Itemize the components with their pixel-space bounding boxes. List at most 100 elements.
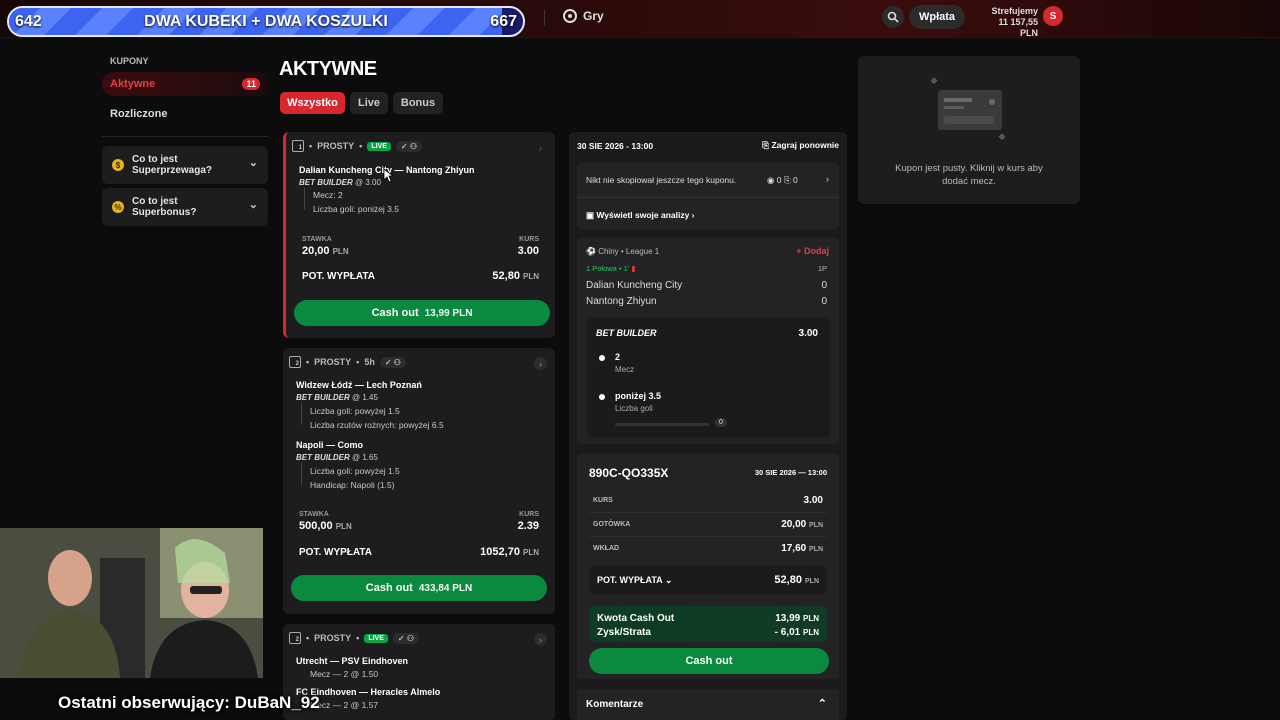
chevron-right-icon[interactable]: › xyxy=(534,633,547,646)
stake-label: STAWKA xyxy=(302,236,332,243)
coupon-card[interactable]: 2 • PROSTY • LIVE ✓ ⚇ › Utrecht — PSV Ei… xyxy=(283,624,555,720)
nav-divider xyxy=(544,10,545,26)
bb-title: BET BUILDER xyxy=(596,328,657,338)
stake-amount: 500,00 xyxy=(299,520,333,532)
profit-loss-value: - 6,01 PLN xyxy=(775,627,819,638)
home-team: Dalian Kuncheng City xyxy=(586,280,683,291)
active-count-badge: 11 xyxy=(242,78,260,90)
bet-builder-odds: @ 1.45 xyxy=(352,393,378,402)
chevron-right-icon[interactable]: › xyxy=(534,141,547,154)
webcam-image xyxy=(0,528,263,678)
tab-live[interactable]: Live xyxy=(350,92,388,114)
coin-icon: % xyxy=(112,201,124,213)
cash-amount: 20,00 xyxy=(781,519,807,530)
bet-builder-odds: @ 3.00 xyxy=(355,178,381,187)
comments-section[interactable]: Komentarze ⌃ xyxy=(577,689,839,720)
coupon-card[interactable]: 1 • PROSTY • LIVE ✓ ⚇ › Dalian Kuncheng … xyxy=(283,132,555,338)
faq-superprzewaga[interactable]: $ Co to jest Superprzewaga? ⌄ xyxy=(102,146,268,184)
faq-superbonus[interactable]: % Co to jest Superbonus? ⌄ xyxy=(102,188,268,226)
cashout-button[interactable]: Cash out xyxy=(589,648,829,674)
live-badge: LIVE xyxy=(367,141,391,151)
cashout-amount: 13,99 xyxy=(775,613,801,624)
selection-dot xyxy=(599,394,605,400)
sidebar-item-active[interactable]: Aktywne 11 xyxy=(102,72,268,96)
bet-builder-line: BET BUILDER @ 1.65 xyxy=(296,453,378,462)
selection-progress xyxy=(615,423,709,426)
match-name: Widzew Łódź — Lech Poznań xyxy=(296,380,422,390)
live-badge: LIVE xyxy=(364,633,388,643)
payout-text: POT. WYPŁATA xyxy=(597,575,663,585)
currency: PLN xyxy=(809,522,823,529)
detail-date: 30 SIE 2026 - 13:00 xyxy=(577,141,654,151)
legs-connector xyxy=(301,463,302,485)
currency: PLN xyxy=(523,272,539,281)
coupon-card[interactable]: 2 • PROSTY • 5h ✓ ⚇ › Widzew Łódź — Lech… xyxy=(283,348,555,614)
sidebar-heading: KUPONY xyxy=(110,56,149,66)
leg-item: Mecz — 2 @ 1.50 xyxy=(310,669,379,679)
betslip-panel: Kupon jest pusty. Kliknij w kurs aby dod… xyxy=(858,56,1080,204)
profit-loss-label: Zysk/Strata xyxy=(597,627,651,638)
payout-row[interactable]: POT. WYPŁATA ⌄ 52,80 PLN xyxy=(589,566,827,594)
copies-count: 0 xyxy=(793,175,798,185)
coin-icon: $ xyxy=(112,159,124,171)
league-name: ⚽ Chiny • League 1 xyxy=(586,247,660,256)
currency: PLN xyxy=(803,614,819,623)
webcam-feed xyxy=(0,528,263,678)
coupon-header: 1 • PROSTY • LIVE ✓ ⚇ xyxy=(292,140,422,152)
bet-builder-label: BET BUILDER xyxy=(296,393,350,402)
user-info[interactable]: Strefujemy 11 157,55 PLN xyxy=(978,6,1038,39)
bet-builder-line: BET BUILDER @ 1.45 xyxy=(296,393,378,402)
coupon-date: 30 SIE 2026 — 13:00 xyxy=(754,468,827,477)
avatar[interactable]: S xyxy=(1043,6,1063,26)
kurs-label: KURS xyxy=(593,497,613,504)
check-users-icon: ✓ ⚇ xyxy=(392,632,419,644)
coupon-type: PROSTY xyxy=(314,633,352,643)
sidebar-item-settled[interactable]: Rozliczone xyxy=(110,108,167,120)
check-users-icon: ✓ ⚇ xyxy=(379,356,406,368)
odds-value: 3.00 xyxy=(517,245,539,257)
coupon-code: 890C-QO335X xyxy=(589,466,669,480)
league-label: Chiny • League 1 xyxy=(598,247,660,256)
odds-label: KURS xyxy=(519,511,539,518)
bet-builder-box: BET BUILDER 3.00 2 Mecz poniżej 3.5 Licz… xyxy=(587,318,830,438)
tab-all[interactable]: Wszystko xyxy=(280,92,345,114)
search-button[interactable] xyxy=(882,6,904,28)
legs-connector xyxy=(304,188,305,210)
deposit-button[interactable]: Wpłata xyxy=(909,5,965,29)
coupon-time: 5h xyxy=(364,357,375,367)
cash-label: GOTÓWKA xyxy=(593,521,631,528)
payout-label: POT. WYPŁATA xyxy=(299,547,372,558)
cashout-amount: 13,99 PLN xyxy=(424,307,473,319)
bet-builder-label: BET BUILDER xyxy=(299,178,353,187)
add-button[interactable]: + Dodaj xyxy=(796,246,829,256)
currency: PLN xyxy=(335,522,352,531)
cashout-button[interactable]: Cash out 13,99 PLN xyxy=(294,300,550,326)
odds-label: KURS xyxy=(519,236,539,243)
chevron-up-icon: ⌃ xyxy=(817,698,827,710)
cashout-button[interactable]: Cash out 433,84 PLN xyxy=(291,575,547,601)
event-panel: ⚽ Chiny • League 1 + Dodaj 1.Połowa • 1'… xyxy=(577,238,839,444)
stake-value: 17,60 PLN xyxy=(781,543,823,554)
match-name: Utrecht — PSV Eindhoven xyxy=(296,656,409,666)
last-follower-text: Ostatni obserwujący: DuBaN_92 xyxy=(58,693,320,712)
leg-item: Mecz: 2 xyxy=(313,190,343,200)
replay-button[interactable]: ⎘ Zagraj ponownie xyxy=(762,140,839,151)
analysis-label: Wyświetl swoje analizy › xyxy=(596,210,695,220)
selection-market: Mecz xyxy=(615,365,635,374)
selection-dot xyxy=(599,355,605,361)
chevron-down-icon: ⌄ xyxy=(248,157,258,169)
divider xyxy=(589,512,827,513)
stake-amount: 20,00 xyxy=(302,245,330,257)
chevron-right-icon[interactable]: › xyxy=(826,174,829,184)
payout-value: 1052,70 PLN xyxy=(480,546,539,558)
empty-betslip-text: Kupon jest pusty. Kliknij w kurs aby dod… xyxy=(895,163,1043,187)
sidebar-divider xyxy=(102,136,268,137)
analysis-link[interactable]: ▣ Wyświetl swoje analizy › xyxy=(586,210,695,221)
leg-item: Liczba goli: powyżej 1.5 xyxy=(310,466,400,476)
goal-target-count: 667 xyxy=(490,13,517,30)
tab-bonus[interactable]: Bonus xyxy=(393,92,443,114)
cashout-label: Cash out xyxy=(365,582,413,594)
match-name: Napoli — Como xyxy=(296,440,363,450)
chevron-right-icon[interactable]: › xyxy=(534,357,547,370)
nav-games[interactable]: Gry xyxy=(563,9,604,23)
